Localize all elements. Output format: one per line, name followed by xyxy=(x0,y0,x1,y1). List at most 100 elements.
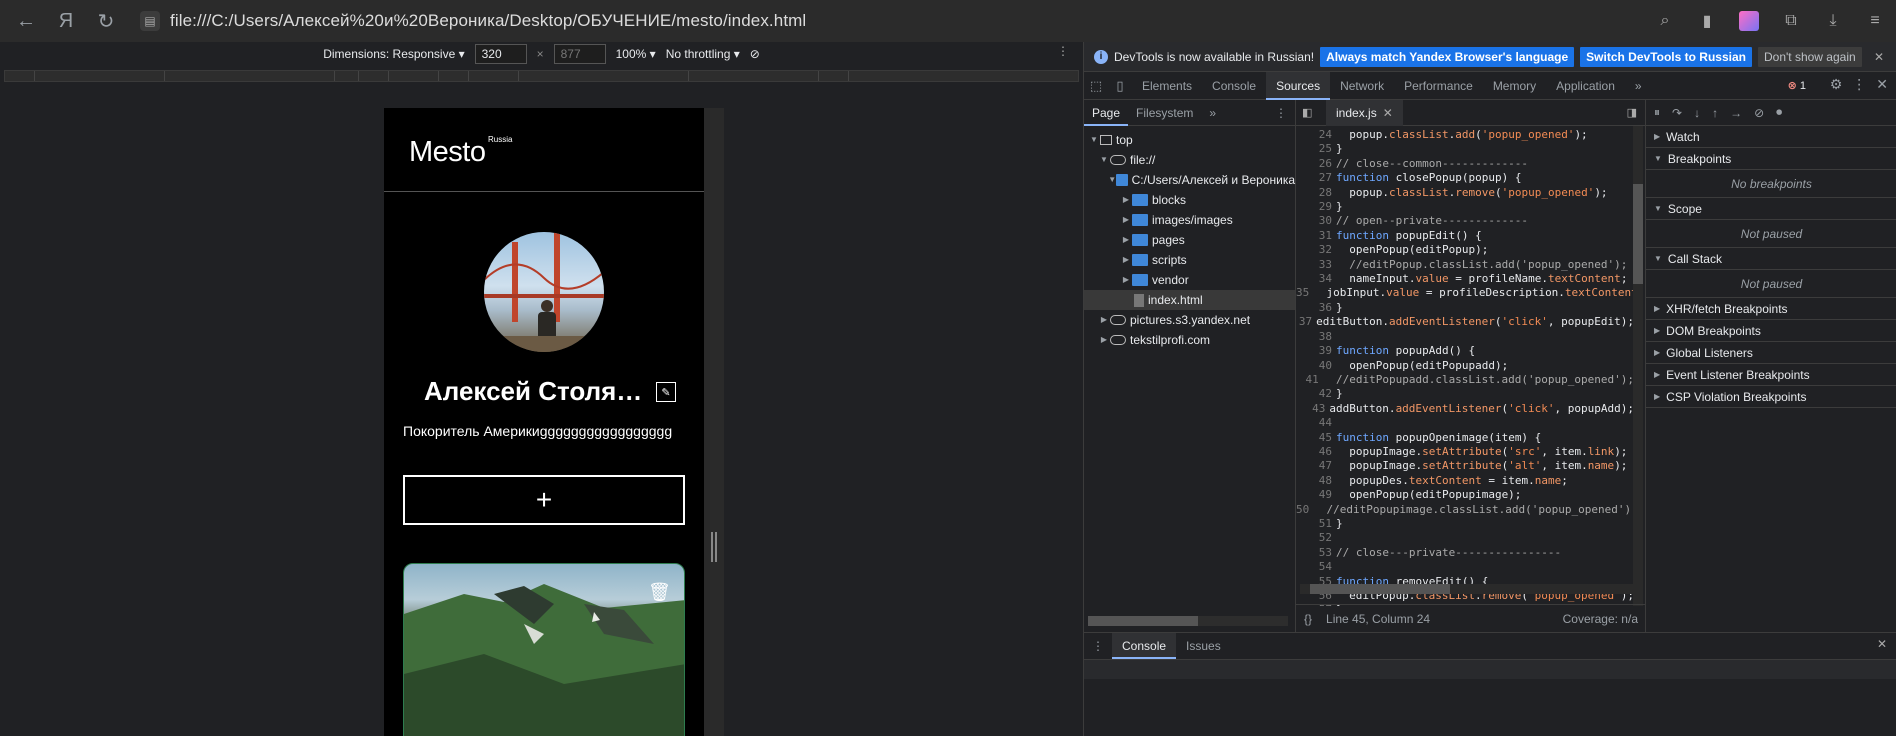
line-number[interactable]: 51 xyxy=(1296,517,1336,531)
debugger-section-header[interactable]: ▼ Breakpoints xyxy=(1646,148,1896,170)
pretty-print-button[interactable]: {} xyxy=(1304,612,1312,626)
line-number[interactable]: 40 xyxy=(1296,359,1336,373)
tab-application[interactable]: Application xyxy=(1546,72,1625,100)
line-number[interactable]: 32 xyxy=(1296,243,1336,257)
match-language-button[interactable]: Always match Yandex Browser's language xyxy=(1320,46,1575,67)
zoom-select[interactable]: 100% ▾ xyxy=(616,47,656,61)
tree-node-domain2[interactable]: ▶ tekstilprofi.com xyxy=(1084,330,1295,350)
navigator-scrollbar[interactable] xyxy=(1088,616,1288,626)
code-line[interactable]: 47 popupImage.setAttribute('alt', item.n… xyxy=(1296,459,1634,473)
tree-node-images[interactable]: ▶ images/images xyxy=(1084,210,1295,230)
close-tab-icon[interactable]: ✕ xyxy=(1383,106,1393,120)
yandex-icon[interactable]: Я xyxy=(52,7,80,35)
deactivate-breakpoints-icon[interactable]: ⊘ xyxy=(1754,106,1764,120)
line-number[interactable]: 45 xyxy=(1296,431,1336,445)
line-number[interactable]: 30 xyxy=(1296,214,1336,228)
code-line[interactable]: 34 nameInput.value = profileName.textCon… xyxy=(1296,272,1634,286)
debugger-section-header[interactable]: ▶ DOM Breakpoints xyxy=(1646,320,1896,342)
code-line[interactable]: 51} xyxy=(1296,517,1634,531)
device-toggle-icon[interactable]: ▯ xyxy=(1108,74,1132,98)
kebab-icon[interactable]: ⋮ xyxy=(1852,76,1866,93)
tab-console[interactable]: Console xyxy=(1202,72,1266,100)
editor-vscrollbar[interactable] xyxy=(1633,126,1643,606)
resize-handle[interactable] xyxy=(711,532,717,562)
dimensions-select[interactable]: Dimensions: Responsive ▾ xyxy=(323,47,464,61)
step-into-icon[interactable]: ↓ xyxy=(1694,106,1700,120)
code-line[interactable]: 30// open--private------------- xyxy=(1296,214,1634,228)
logo[interactable]: Mesto xyxy=(409,136,486,169)
code-line[interactable]: 28 popup.classList.remove('popup_opened'… xyxy=(1296,186,1634,200)
line-number[interactable]: 28 xyxy=(1296,186,1336,200)
tree-node-top[interactable]: ▼ top xyxy=(1084,130,1295,150)
tab-memory[interactable]: Memory xyxy=(1483,72,1546,100)
line-number[interactable]: 24 xyxy=(1296,128,1336,142)
close-drawer-icon[interactable]: ✕ xyxy=(1877,637,1887,651)
editor-tab-index-js[interactable]: index.js ✕ xyxy=(1326,99,1403,126)
code-line[interactable]: 53// close---private---------------- xyxy=(1296,546,1634,560)
extension-icon[interactable] xyxy=(1738,10,1760,32)
line-number[interactable]: 46 xyxy=(1296,445,1336,459)
code-line[interactable]: 42} xyxy=(1296,387,1634,401)
line-number[interactable]: 48 xyxy=(1296,474,1336,488)
line-number[interactable]: 29 xyxy=(1296,200,1336,214)
code-content[interactable]: 24 popup.classList.add('popup_opened'); 2… xyxy=(1296,126,1634,606)
code-line[interactable]: 31 function popupEdit() { xyxy=(1296,229,1634,243)
line-number[interactable]: 38 xyxy=(1296,330,1336,344)
drawer-tab-issues[interactable]: Issues xyxy=(1176,633,1231,659)
line-number[interactable]: 27 xyxy=(1296,171,1336,185)
download-icon[interactable]: ⤓ xyxy=(1822,10,1844,32)
bookmark-icon[interactable]: ▮ xyxy=(1696,10,1718,32)
step-over-icon[interactable]: ↷ xyxy=(1672,106,1682,120)
line-number[interactable]: 39 xyxy=(1296,344,1336,358)
dismiss-button[interactable]: Don't show again xyxy=(1757,46,1862,67)
inspect-icon[interactable]: ⬚ xyxy=(1084,74,1108,98)
throttling-select[interactable]: No throttling ▾ xyxy=(666,47,740,61)
code-line[interactable]: 32 openPopup(editPopup); xyxy=(1296,243,1634,257)
code-line[interactable]: 36} xyxy=(1296,301,1634,315)
reload-icon[interactable]: ↻ xyxy=(92,7,120,35)
more-tabs-icon[interactable]: » xyxy=(1625,72,1652,100)
back-icon[interactable]: ← xyxy=(12,7,40,35)
code-line[interactable]: 45 function popupOpenimage(item) { xyxy=(1296,431,1634,445)
debugger-section-header[interactable]: ▶ Watch xyxy=(1646,126,1896,148)
tree-node-vendor[interactable]: ▶ vendor xyxy=(1084,270,1295,290)
drawer-menu-icon[interactable]: ⋮ xyxy=(1084,639,1112,653)
debugger-section-header[interactable]: ▼ Call Stack xyxy=(1646,248,1896,270)
settings-icon[interactable]: ⚙ xyxy=(1830,76,1843,93)
switch-language-button[interactable]: Switch DevTools to Russian xyxy=(1580,46,1752,67)
toggle-navigator-icon[interactable]: ◧ xyxy=(1302,106,1312,119)
line-number[interactable]: 41 xyxy=(1296,373,1323,387)
code-line[interactable]: 40 openPopup(editPopupadd); xyxy=(1296,359,1634,373)
tab-performance[interactable]: Performance xyxy=(1394,72,1483,100)
tab-network[interactable]: Network xyxy=(1330,72,1394,100)
edit-profile-button[interactable]: ✎ xyxy=(656,382,676,402)
drawer-tab-console[interactable]: Console xyxy=(1112,633,1177,659)
add-card-button[interactable]: + xyxy=(403,475,685,525)
code-line[interactable]: 29} xyxy=(1296,200,1634,214)
tree-node-folder[interactable]: ▼ C:/Users/Алексей и Вероника xyxy=(1084,170,1295,190)
close-icon[interactable]: ✕ xyxy=(1874,50,1884,64)
more-icon[interactable]: » xyxy=(1201,100,1224,126)
error-badge[interactable]: ⊗ 1 xyxy=(1788,79,1806,92)
tree-node-scripts[interactable]: ▶ scripts xyxy=(1084,250,1295,270)
device-menu-icon[interactable]: ⋮ xyxy=(1057,44,1069,58)
trash-icon[interactable]: 🗑 xyxy=(648,582,671,602)
toggle-debugger-icon[interactable]: ◨ xyxy=(1627,106,1637,119)
line-number[interactable]: 49 xyxy=(1296,488,1336,502)
code-line[interactable]: 26// close--common------------- xyxy=(1296,157,1634,171)
line-number[interactable]: 53 xyxy=(1296,546,1336,560)
tab-page[interactable]: Page xyxy=(1084,100,1129,126)
code-line[interactable]: 38 xyxy=(1296,330,1634,344)
pause-icon[interactable]: ⏸ xyxy=(1654,105,1660,120)
code-line[interactable]: 46 popupImage.setAttribute('src', item.l… xyxy=(1296,445,1634,459)
line-number[interactable]: 33 xyxy=(1296,258,1336,272)
avatar[interactable] xyxy=(484,232,604,352)
code-line[interactable]: 24 popup.classList.add('popup_opened'); xyxy=(1296,128,1634,142)
tree-node-blocks[interactable]: ▶ blocks xyxy=(1084,190,1295,210)
tab-filesystem[interactable]: Filesystem xyxy=(1128,100,1201,126)
address-bar[interactable]: ▤ file:///C:/Users/Алексей%20и%20Вероник… xyxy=(140,6,1510,36)
line-number[interactable]: 26 xyxy=(1296,157,1336,171)
line-number[interactable]: 34 xyxy=(1296,272,1336,286)
search-icon[interactable]: ⌕ xyxy=(1654,10,1676,32)
line-number[interactable]: 36 xyxy=(1296,301,1336,315)
